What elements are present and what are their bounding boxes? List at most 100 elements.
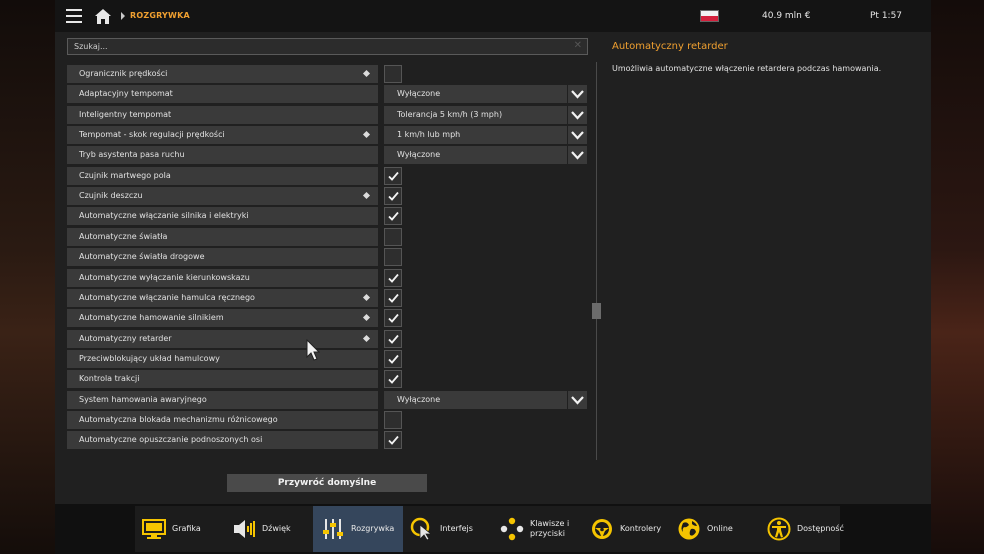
scrollbar-thumb[interactable] [592,303,601,319]
breadcrumb[interactable]: ROZGRYWKA [130,11,190,20]
setting-row[interactable]: Czujnik deszczu [67,187,378,206]
tab-kontrolery[interactable]: Kontrolery [588,506,668,552]
setting-row[interactable]: Automatyczne włączanie silnika i elektry… [67,207,378,226]
sliders-icon [321,517,345,541]
setting-row[interactable]: Automatyczne wyłączanie kierunkowskazu [67,268,378,287]
dropdown-value: Wyłączone [397,150,441,160]
setting-row[interactable]: Automatyczne hamowanie silnikiem [67,309,378,328]
setting-label: Automatyczne hamowanie silnikiem [79,313,224,323]
background-right [929,0,984,554]
chevron-down-icon[interactable] [568,126,587,145]
setting-label: Tempomat - skok regulacji prędkości [79,130,225,140]
setting-checkbox[interactable] [384,268,402,287]
tab-dostepnosc[interactable]: Dostępność [765,506,855,552]
money-display: 40.9 mln € [762,11,811,21]
setting-label: Automatyczne włączanie silnika i elektry… [79,211,249,221]
tab-label: Dźwięk [262,524,291,533]
pointer-icon [410,517,434,541]
setting-row[interactable]: Automatyczny retarder [67,329,378,348]
setting-checkbox[interactable] [384,309,402,328]
setting-row[interactable]: Automatyczne włączanie hamulca ręcznego [67,288,378,307]
dropdown-value: Tolerancja 5 km/h (3 mph) [397,109,503,119]
setting-row[interactable]: Czujnik martwego pola [67,166,378,185]
modified-indicator-icon [362,131,371,139]
setting-row[interactable]: Przeciwblokujący układ hamulcowy [67,349,378,368]
chevron-down-icon[interactable] [568,390,587,409]
tab-interfejs[interactable]: Interfejs [408,506,493,552]
mouse-cursor-icon [306,339,320,361]
modified-indicator-icon [362,192,371,200]
setting-row[interactable]: Tryb asystenta pasa ruchu [67,146,378,165]
setting-label: System hamowania awaryjnego [79,394,207,404]
monitor-icon [142,517,166,541]
menu-icon[interactable] [66,9,82,23]
description-title: Automatyczny retarder [612,41,728,52]
gamepad-buttons-icon [500,517,524,541]
tab-label: Grafika [172,524,201,533]
setting-dropdown[interactable]: 1 km/h lub mph [384,126,567,145]
clear-search-icon[interactable]: ✕ [574,40,582,51]
tab-label: Kontrolery [620,524,662,533]
tab-label: Klawisze i przyciski [530,519,570,538]
tab-online[interactable]: Online [675,506,755,552]
dropdown-value: Wyłączone [397,394,441,404]
description-text: Umożliwia automatyczne włączenie retarde… [612,64,882,73]
setting-row[interactable]: Adaptacyjny tempomat [67,85,378,104]
setting-dropdown[interactable]: Wyłączone [384,146,567,165]
tab-label: Rozgrywka [351,524,395,533]
dropdown-value: 1 km/h lub mph [397,130,461,140]
setting-checkbox[interactable] [384,207,402,226]
scroll-track[interactable] [596,62,597,460]
tab-grafika[interactable]: Grafika [140,506,220,552]
setting-row[interactable]: Ogranicznik prędkości [67,65,378,83]
setting-row[interactable]: Automatyczna blokada mechanizmu różnicow… [67,410,378,429]
setting-label: Inteligentny tempomat [79,109,172,119]
setting-label: Automatyczny retarder [79,333,172,343]
setting-checkbox[interactable] [384,248,402,267]
setting-row[interactable]: System hamowania awaryjnego [67,390,378,409]
setting-checkbox[interactable] [384,410,402,429]
setting-dropdown[interactable]: Wyłączone [384,390,567,409]
home-icon[interactable] [95,9,111,24]
setting-row[interactable]: Automatyczne światła drogowe [67,248,378,267]
setting-row[interactable]: Tempomat - skok regulacji prędkości [67,126,378,145]
setting-row[interactable]: Inteligentny tempomat [67,105,378,124]
setting-checkbox[interactable] [384,288,402,307]
tab-dzwiek[interactable]: Dźwięk [230,506,315,552]
setting-label: Czujnik martwego pola [79,170,171,180]
setting-checkbox[interactable] [384,65,402,83]
breadcrumb-arrow-icon [121,12,125,20]
setting-row[interactable]: Kontrola trakcji [67,370,378,389]
setting-dropdown[interactable]: Tolerancja 5 km/h (3 mph) [384,105,567,124]
chevron-down-icon[interactable] [568,85,587,104]
setting-row[interactable]: Automatyczne opuszczanie podnoszonych os… [67,431,378,450]
modified-indicator-icon [362,69,371,78]
setting-label: Automatyczne światła [79,231,168,241]
setting-checkbox[interactable] [384,370,402,389]
setting-checkbox[interactable] [384,329,402,348]
dropdown-value: Wyłączone [397,89,441,99]
modified-indicator-icon [362,314,371,322]
globe-icon [677,517,701,541]
setting-row[interactable]: Automatyczne światła [67,227,378,246]
game-clock: Pt 1:57 [870,11,903,21]
setting-label: Automatyczne światła drogowe [79,252,205,262]
tab-klawisze[interactable]: Klawisze i przyciski [498,506,588,552]
setting-label: Automatyczne włączanie hamulca ręcznego [79,292,255,302]
setting-checkbox[interactable] [384,187,402,206]
setting-checkbox[interactable] [384,166,402,185]
chevron-down-icon[interactable] [568,146,587,165]
background-left [0,0,55,554]
setting-dropdown[interactable]: Wyłączone [384,85,567,104]
bottom-nav: Grafika Dźwięk Rozgrywka Interfejs Klawisze … [55,504,931,554]
setting-checkbox[interactable] [384,349,402,368]
setting-checkbox[interactable] [384,431,402,450]
search-input[interactable]: Szukaj... ✕ [67,38,588,55]
chevron-down-icon[interactable] [568,105,587,124]
search-placeholder: Szukaj... [74,42,108,51]
setting-label: Czujnik deszczu [79,191,143,201]
tab-rozgrywka[interactable]: Rozgrywka [313,506,403,552]
setting-label: Ogranicznik prędkości [79,69,168,78]
restore-defaults-button[interactable]: Przywróć domyślne [227,474,427,492]
setting-checkbox[interactable] [384,227,402,246]
